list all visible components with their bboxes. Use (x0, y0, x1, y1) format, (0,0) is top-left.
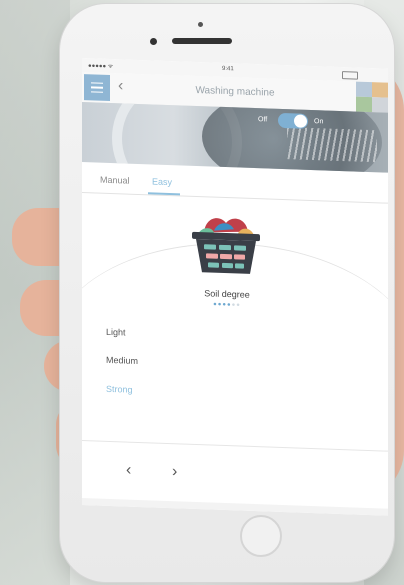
front-camera (150, 38, 157, 45)
toggle-off-label: Off (258, 116, 268, 124)
option-light[interactable]: Light (106, 327, 126, 338)
app-tiles-icon[interactable] (356, 81, 388, 113)
phone-screen: ●●●●● ᯤ 9:41 ‹ Washing machine Off On Ma… (82, 58, 388, 516)
power-toggle[interactable] (278, 112, 308, 129)
earpiece-speaker (172, 38, 232, 44)
option-strong[interactable]: Strong (106, 384, 133, 395)
tab-manual[interactable]: Manual (100, 175, 130, 186)
chevron-right-icon[interactable]: › (172, 463, 177, 481)
water-drops-image (287, 127, 377, 163)
page-title: Washing machine (195, 84, 275, 99)
carrier-signal: ●●●●● ᯤ (88, 63, 114, 71)
washing-machine-banner: Off On (82, 102, 388, 173)
toggle-knob (294, 114, 307, 128)
battery-icon (342, 71, 358, 80)
home-button[interactable] (240, 515, 282, 557)
active-tab-indicator (148, 192, 180, 196)
chevron-left-icon[interactable]: ‹ (126, 462, 131, 480)
option-medium[interactable]: Medium (106, 355, 138, 366)
status-time: 9:41 (222, 65, 234, 73)
tab-easy[interactable]: Easy (152, 176, 172, 187)
laundry-basket-icon (192, 218, 260, 274)
rating-dot-empty: ● (236, 302, 241, 309)
toggle-on-label: On (314, 118, 324, 126)
sensor-dot (198, 22, 203, 27)
mode-tabs: Manual Easy (82, 168, 388, 204)
